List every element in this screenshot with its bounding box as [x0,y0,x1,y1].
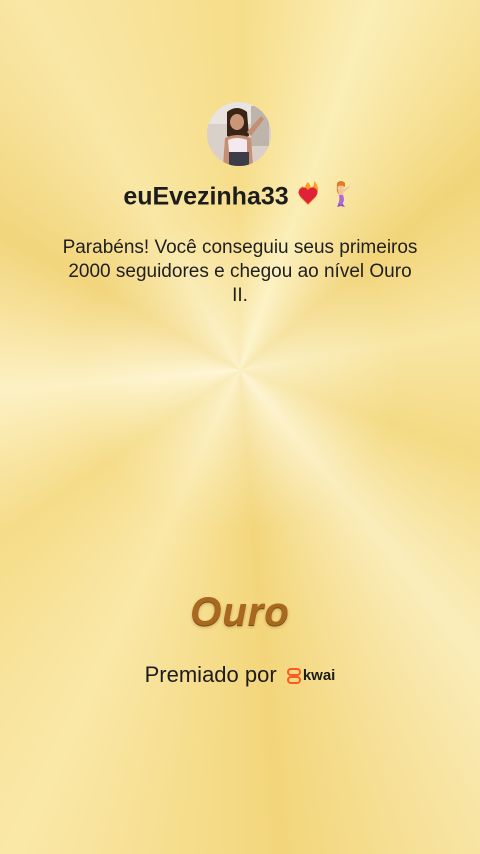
avatar[interactable] [207,102,271,166]
kwai-logo: kwai [286,661,336,691]
mermaid-icon [327,178,357,218]
kwai-icon [286,668,301,685]
heart-on-fire-icon [293,178,323,218]
tier-title: Ouro [190,590,290,634]
username[interactable]: euEvezinha33 [123,183,288,211]
awarded-by-row: Premiado por kwai [0,660,480,691]
congratulations-message: Parabéns! Você conseguiu seus primeiros … [62,237,418,306]
awarded-by-label: Premiado por [144,662,277,687]
username-row: euEvezinha33 [0,178,480,218]
kwai-brand-text: kwai [302,667,336,685]
